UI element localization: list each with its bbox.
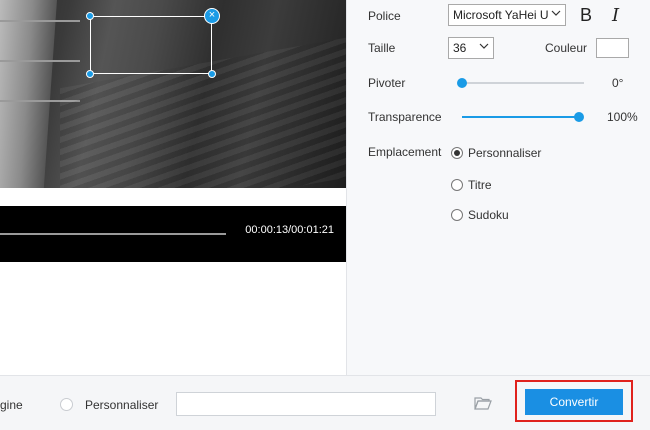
opacity-slider-thumb[interactable] [574, 112, 584, 122]
custom-output-label[interactable]: Personnaliser [85, 398, 158, 412]
blank-area [0, 262, 346, 375]
placement-custom-radio[interactable] [451, 147, 463, 159]
convert-button[interactable]: Convertir [525, 389, 623, 415]
timecode: 00:00:13/00:01:21 [245, 224, 334, 236]
opacity-label: Transparence [368, 110, 442, 124]
output-bar: gine Personnaliser Convertir [0, 375, 650, 430]
watermark-selection-box[interactable] [90, 16, 212, 74]
placement-sudoku-radio[interactable] [451, 209, 463, 221]
font-label: Police [368, 9, 401, 23]
output-path-input[interactable] [176, 392, 436, 416]
video-gap [0, 188, 346, 206]
progress-bar[interactable] [0, 233, 226, 235]
chevron-down-icon [551, 10, 561, 16]
placement-custom-label[interactable]: Personnaliser [468, 146, 541, 160]
color-label: Couleur [545, 41, 588, 55]
opacity-value: 100% [607, 110, 638, 124]
player-bar: 00:00:13/00:01:21 [0, 206, 346, 262]
size-label: Taille [368, 41, 396, 55]
size-select[interactable]: 36 [448, 37, 494, 59]
video-rail [0, 60, 80, 62]
chevron-down-icon [479, 43, 489, 49]
resize-handle-top-left[interactable] [86, 12, 94, 20]
rotate-value: 0° [612, 76, 624, 90]
rotate-slider-track[interactable] [462, 82, 584, 84]
font-value: Microsoft YaHei U [453, 8, 549, 22]
resize-handle-bottom-right[interactable] [208, 70, 216, 78]
font-select[interactable]: Microsoft YaHei U [448, 4, 566, 26]
size-value: 36 [453, 41, 467, 55]
remove-watermark-icon[interactable]: × [204, 8, 220, 24]
custom-output-radio[interactable] [60, 398, 73, 411]
color-picker[interactable] [596, 38, 629, 58]
italic-button[interactable]: I [612, 5, 619, 26]
opacity-slider-fill [462, 116, 578, 118]
folder-open-icon[interactable] [474, 395, 492, 411]
video-rail [0, 20, 80, 22]
placement-title-label[interactable]: Titre [468, 178, 492, 192]
placement-title-radio[interactable] [451, 179, 463, 191]
partial-output-option-label[interactable]: gine [0, 398, 23, 412]
rotate-label: Pivoter [368, 76, 406, 90]
video-preview: × [0, 0, 346, 188]
rotate-slider-thumb[interactable] [457, 78, 467, 88]
placement-label: Emplacement [368, 145, 442, 159]
placement-sudoku-label[interactable]: Sudoku [468, 208, 509, 222]
resize-handle-bottom-left[interactable] [86, 70, 94, 78]
video-light-area [0, 0, 59, 188]
bold-button[interactable]: B [580, 5, 592, 26]
